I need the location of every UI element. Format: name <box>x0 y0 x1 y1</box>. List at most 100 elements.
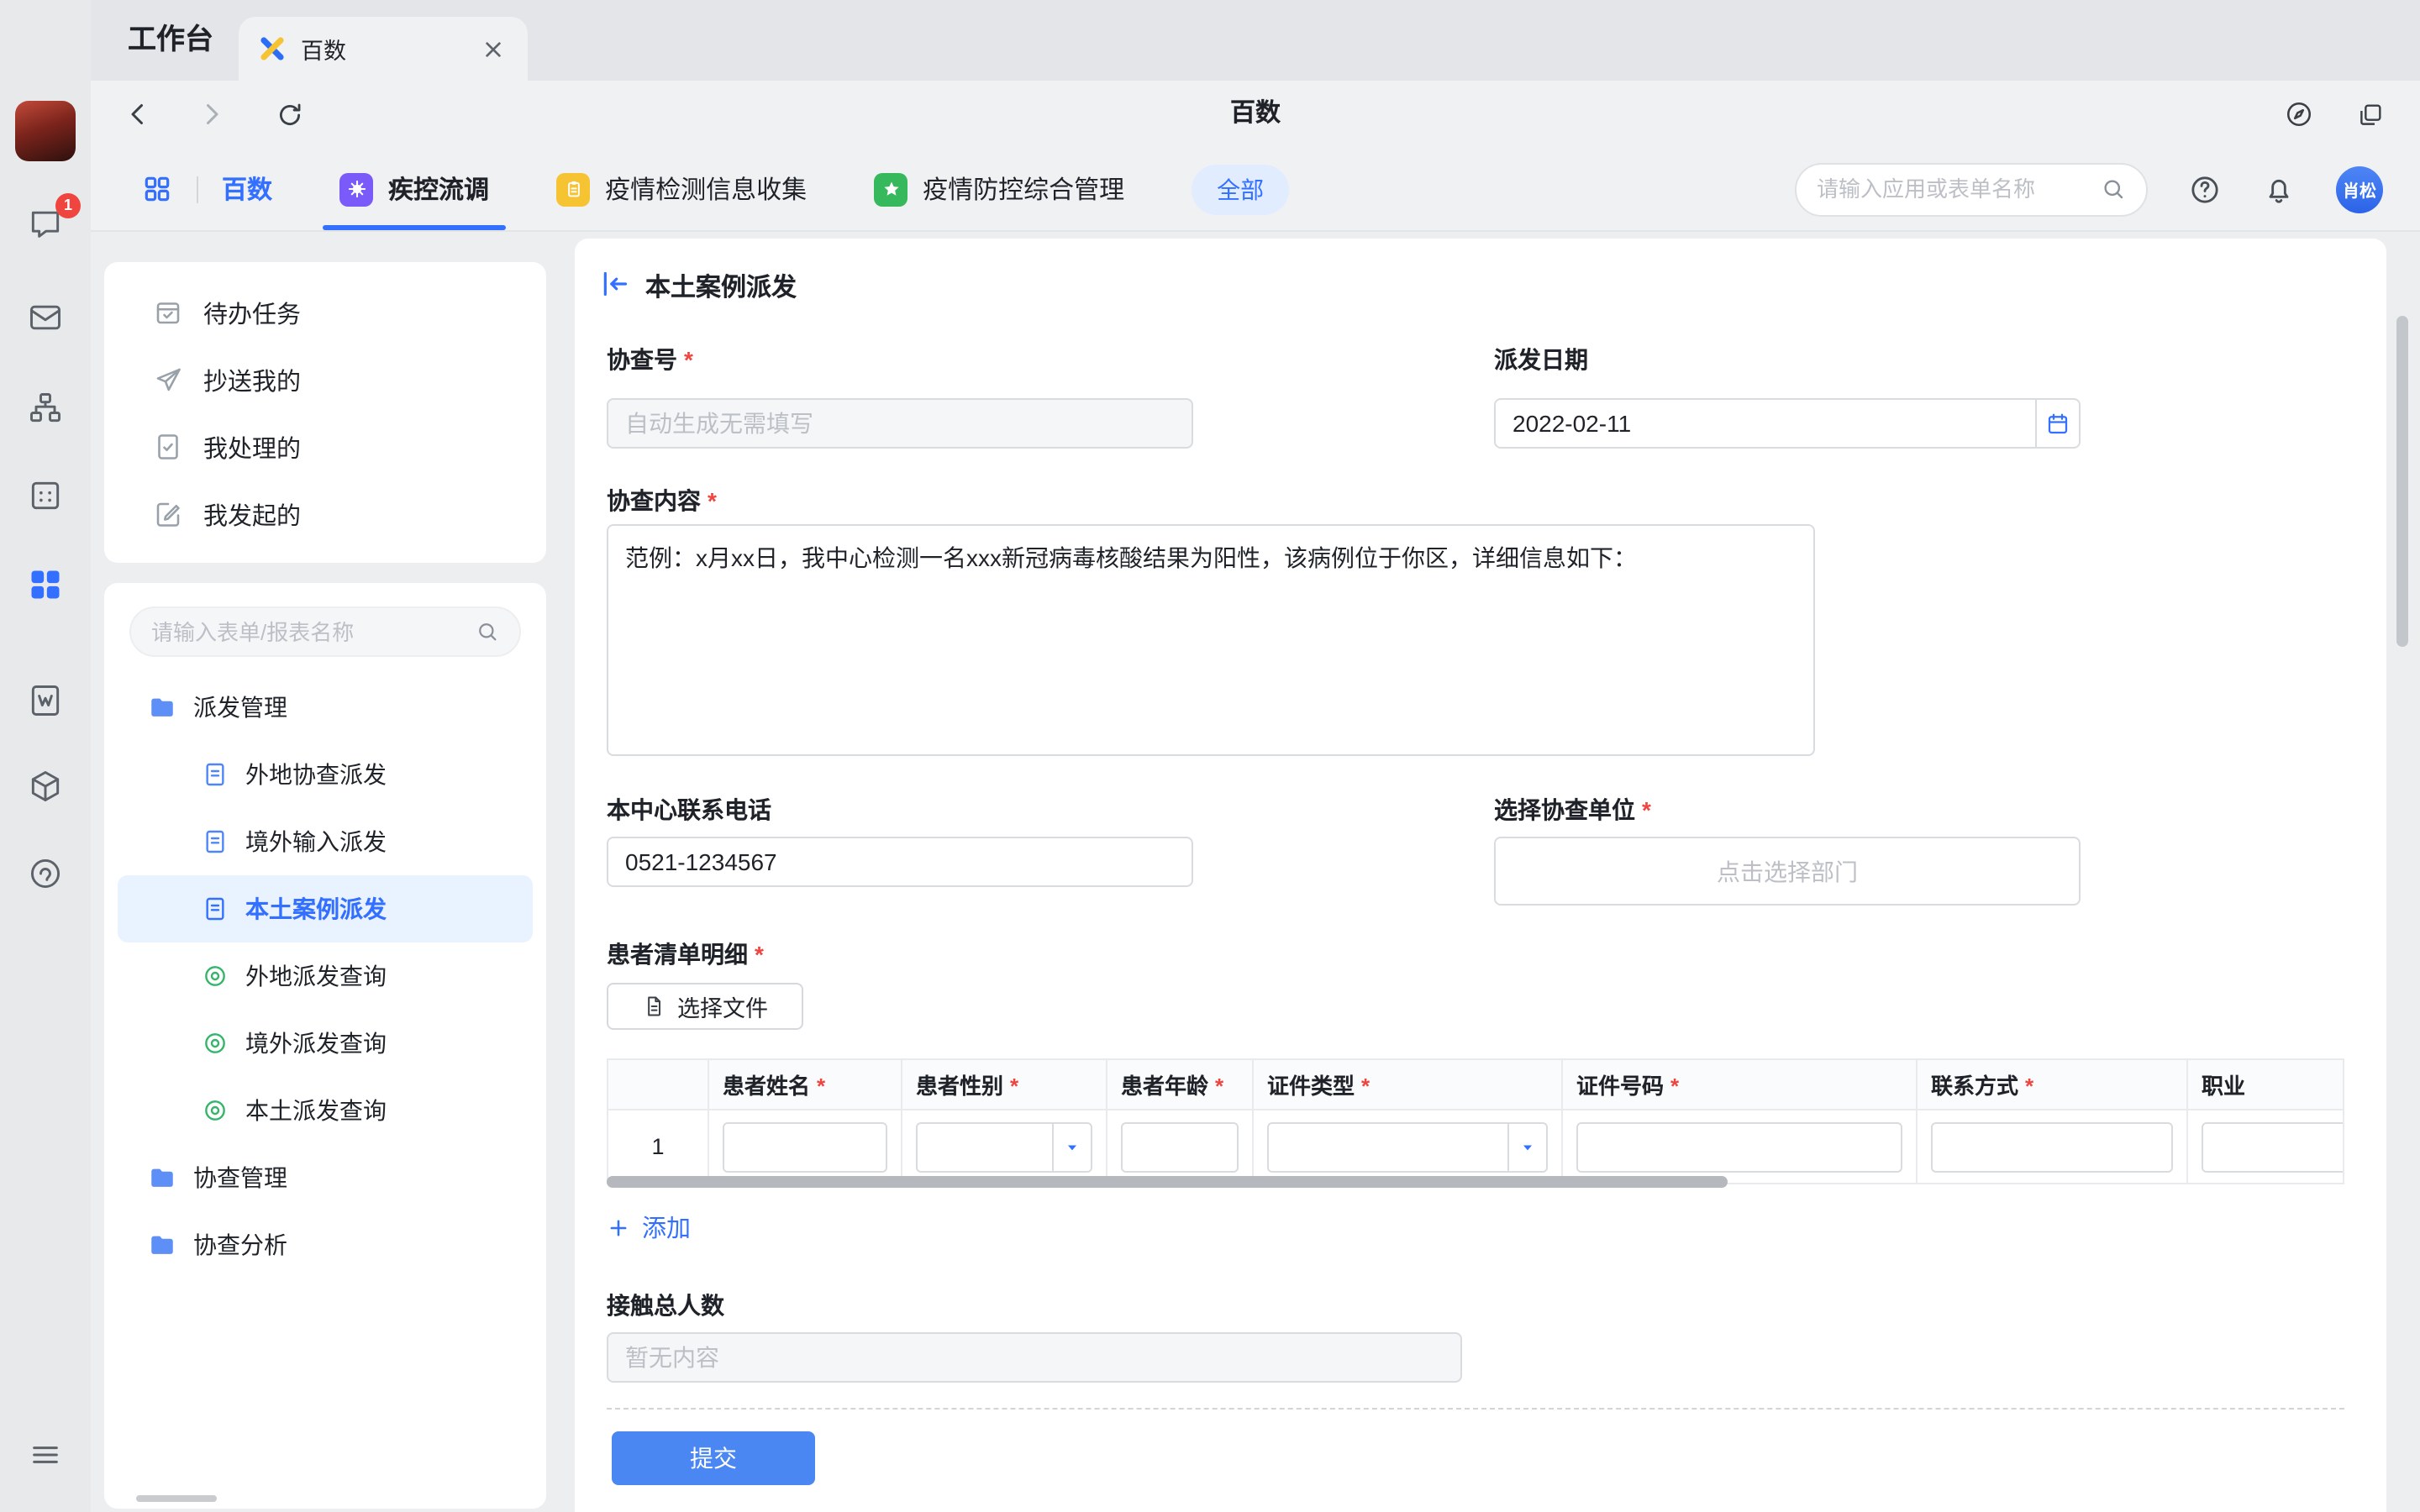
left-rail: 1 <box>0 0 91 1512</box>
report-icon <box>202 963 229 990</box>
menu-icon[interactable] <box>25 1435 66 1475</box>
nav-tab-jikong-liudiao[interactable]: 疾控流调 <box>339 148 489 230</box>
field-label-paifariqi: 派发日期 <box>1494 343 1588 376</box>
form-divider <box>607 1408 2344 1410</box>
nav-divider <box>197 176 198 202</box>
form-icon <box>202 895 229 922</box>
zhengjian-leixing-input[interactable] <box>1267 1121 1507 1172</box>
org-chart-icon[interactable] <box>25 388 66 428</box>
submit-button[interactable]: 提交 <box>612 1431 815 1485</box>
calendar-icon[interactable] <box>25 475 66 516</box>
nav-home-baishu[interactable]: 百数 <box>222 171 272 207</box>
form-panel: 本土案例派发 协查号 派发日期 协查内容 范例：x月xx日，我中心检测一名xxx… <box>575 239 2386 1512</box>
tree-item-bentu-anli-paifa[interactable]: 本土案例派发 <box>118 875 533 942</box>
zhengjian-haoma-input[interactable] <box>1576 1121 1902 1172</box>
nav-tab-yiqing-jiance[interactable]: 疫情检测信息收集 <box>556 148 807 230</box>
search-icon[interactable] <box>2101 176 2126 202</box>
tree-item-waidi-xiecha-paifa[interactable]: 外地协查派发 <box>118 741 533 808</box>
user-badge[interactable]: 肖松 <box>2336 165 2383 213</box>
folder-icon <box>148 1231 176 1259</box>
tree-item-jingwai-paifa-chaxun[interactable]: 境外派发查询 <box>118 1010 533 1077</box>
neirong-textarea[interactable]: 范例：x月xx日，我中心检测一名xxx新冠病毒核酸结果为阳性，该病例位于你区，详… <box>607 524 1815 756</box>
tree-item-bentu-paifa-chaxun[interactable]: 本土派发查询 <box>118 1077 533 1144</box>
tree-group-label: 派发管理 <box>193 690 287 724</box>
dropdown-caret-icon[interactable] <box>1507 1121 1548 1172</box>
compass-icon[interactable] <box>2275 91 2323 138</box>
dianhua-input[interactable] <box>607 837 1193 887</box>
add-row-button[interactable]: 添加 <box>607 1210 691 1245</box>
jiechu-input[interactable] <box>607 1332 1462 1383</box>
close-icon[interactable] <box>477 34 508 64</box>
task-label: 抄送我的 <box>203 362 301 397</box>
tree-item-jingwai-shuru-paifa[interactable]: 境外输入派发 <box>118 808 533 875</box>
lianxi-input[interactable] <box>1931 1121 2173 1172</box>
nav-all-button[interactable]: 全部 <box>1192 164 1289 214</box>
table-hscrollbar[interactable] <box>607 1176 1728 1188</box>
tree-item-label: 外地协查派发 <box>245 758 387 791</box>
file-icon <box>642 995 666 1018</box>
tree-search-input[interactable] <box>151 619 462 644</box>
tree-item-waidi-paifa-chaxun[interactable]: 外地派发查询 <box>118 942 533 1010</box>
cube-icon[interactable] <box>25 766 66 806</box>
task-item-daiban[interactable]: 待办任务 <box>104 279 546 346</box>
calendar-check-icon <box>153 297 183 328</box>
row-number: 1 <box>608 1110 709 1183</box>
tab-baishu[interactable]: 百数 <box>239 17 528 81</box>
titlebar: 工作台 百数 <box>91 0 2420 81</box>
report-icon <box>202 1097 229 1124</box>
content-area: 待办任务 抄送我的 我处理的 我发起的 <box>91 232 2420 1512</box>
zhiye-input[interactable] <box>2202 1121 2344 1172</box>
col-header-zhiye: 职业 <box>2188 1060 2344 1109</box>
tree-hscrollbar[interactable] <box>136 1495 217 1502</box>
workbench-apps-icon[interactable] <box>25 564 66 605</box>
tree-item-label: 本土派发查询 <box>245 1094 387 1127</box>
dropdown-caret-icon[interactable] <box>1052 1121 1092 1172</box>
nav-tab-label: 疫情防控综合管理 <box>923 171 1124 207</box>
tree-group-xiecha-guanli[interactable]: 协查管理 <box>118 1144 533 1211</box>
nav-tab-label: 疾控流调 <box>388 171 489 207</box>
table-header-row: 患者姓名 患者性别 患者年龄 证件类型 证件号码 联系方式 职业 <box>608 1060 2344 1110</box>
collapse-sidebar-icon[interactable] <box>598 267 632 301</box>
user-avatar[interactable] <box>15 101 76 161</box>
calendar-picker-icon[interactable] <box>2037 398 2081 449</box>
search-icon[interactable] <box>476 620 499 643</box>
report-icon <box>202 1030 229 1057</box>
help-icon[interactable] <box>2188 172 2222 206</box>
plus-icon <box>607 1215 630 1239</box>
task-item-chaosong[interactable]: 抄送我的 <box>104 346 546 413</box>
windows-icon[interactable] <box>2346 91 2393 138</box>
xiechahao-input[interactable] <box>607 398 1193 449</box>
nianling-input[interactable] <box>1121 1121 1239 1172</box>
page-vscrollbar[interactable] <box>2396 316 2408 647</box>
todo-panel: 待办任务 抄送我的 我处理的 我发起的 <box>104 262 546 563</box>
tree-group-paifa-guanli[interactable]: 派发管理 <box>118 674 533 741</box>
col-header-zhengjian-haoma: 证件号码 <box>1563 1060 1918 1109</box>
xingbie-select <box>916 1121 1092 1172</box>
task-item-faqi[interactable]: 我发起的 <box>104 480 546 548</box>
field-label-neirong: 协查内容 <box>607 484 717 517</box>
apps-grid-icon[interactable] <box>141 173 173 205</box>
mail-icon[interactable] <box>25 297 66 338</box>
zhengjian-leixing-select <box>1267 1121 1548 1172</box>
xingbie-input[interactable] <box>916 1121 1052 1172</box>
form-icon <box>202 828 229 855</box>
service-disc-icon[interactable] <box>25 853 66 894</box>
danwei-selector[interactable]: 点击选择部门 <box>1494 837 2081 906</box>
choose-file-button[interactable]: 选择文件 <box>607 983 803 1030</box>
bell-icon[interactable] <box>2262 172 2296 206</box>
nav-tab-yiqing-fangkong[interactable]: 疫情防控综合管理 <box>874 148 1124 230</box>
task-item-chuli[interactable]: 我处理的 <box>104 413 546 480</box>
add-row-label: 添加 <box>642 1210 691 1245</box>
tree-search <box>129 606 521 657</box>
app-search-input[interactable] <box>1817 176 2087 202</box>
jiance-app-icon <box>556 172 590 206</box>
date-input[interactable] <box>1494 398 2037 449</box>
field-label-mingxi: 患者清单明细 <box>607 937 764 971</box>
chat-icon[interactable]: 1 <box>25 203 66 244</box>
col-header-lianxi: 联系方式 <box>1918 1060 2188 1109</box>
xingming-input[interactable] <box>723 1121 887 1172</box>
tree-group-xiecha-fenxi[interactable]: 协查分析 <box>118 1211 533 1278</box>
browser-toolbar: 百数 <box>91 81 2420 148</box>
workspace-title: 工作台 <box>128 0 213 81</box>
word-doc-icon[interactable] <box>25 680 66 721</box>
